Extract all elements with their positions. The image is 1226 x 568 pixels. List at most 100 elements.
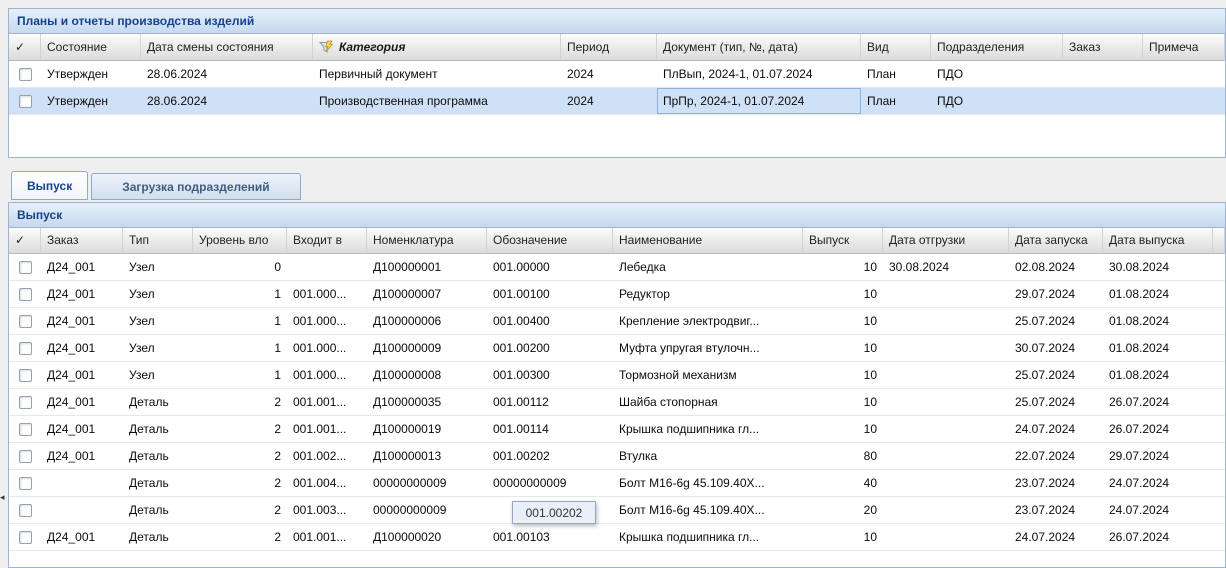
cell-output[interactable]: 40	[803, 470, 883, 497]
cell-shipping-date[interactable]	[883, 416, 1009, 443]
col-header-kind[interactable]: Вид	[861, 34, 931, 61]
col-header-departments[interactable]: Подразделения	[931, 34, 1063, 61]
cell-part-of[interactable]: 001.004...	[287, 470, 367, 497]
output-row[interactable]: Д24_001 Узел 1 001.000... Д100000007 001…	[9, 281, 1225, 308]
row-check-cell[interactable]	[9, 389, 41, 416]
output-row[interactable]: Д24_001 Узел 1 001.000... Д100000009 001…	[9, 335, 1225, 362]
cell-note[interactable]	[1143, 88, 1225, 115]
cell-nomenclature[interactable]: Д100000001	[367, 254, 487, 281]
cell-launch-date[interactable]: 23.07.2024	[1009, 497, 1103, 524]
col-header-part-of[interactable]: Входит в	[287, 228, 367, 254]
row-checkbox[interactable]	[19, 68, 32, 81]
cell-shipping-date[interactable]	[883, 281, 1009, 308]
cell-order[interactable]	[1063, 88, 1143, 115]
cell-type[interactable]: Узел	[123, 335, 193, 362]
cell-nomenclature[interactable]: Д100000035	[367, 389, 487, 416]
row-checkbox[interactable]	[19, 342, 32, 355]
cell-name[interactable]: Редуктор	[613, 281, 803, 308]
cell-release-date[interactable]: 24.07.2024	[1103, 497, 1213, 524]
cell-nesting-level[interactable]: 2	[193, 443, 287, 470]
col-header-shipping-date[interactable]: Дата отгрузки	[883, 228, 1009, 254]
cell-part-of[interactable]: 001.000...	[287, 362, 367, 389]
cell-part-of[interactable]: 001.001...	[287, 389, 367, 416]
col-header-period[interactable]: Период	[561, 34, 657, 61]
cell-nomenclature[interactable]: Д100000019	[367, 416, 487, 443]
cell-name[interactable]: Крышка подшипника гл...	[613, 524, 803, 551]
cell-release-date[interactable]: 24.07.2024	[1103, 470, 1213, 497]
cell-type[interactable]: Деталь	[123, 524, 193, 551]
cell-type[interactable]: Деталь	[123, 416, 193, 443]
cell-name[interactable]: Крепление электродвиг...	[613, 308, 803, 335]
col-header-order[interactable]: Заказ	[1063, 34, 1143, 61]
row-checkbox[interactable]	[19, 288, 32, 301]
cell-launch-date[interactable]: 25.07.2024	[1009, 308, 1103, 335]
cell-nomenclature[interactable]: Д100000008	[367, 362, 487, 389]
cell-name[interactable]: Крышка подшипника гл...	[613, 416, 803, 443]
row-checkbox[interactable]	[19, 95, 32, 108]
cell-nesting-level[interactable]: 2	[193, 497, 287, 524]
row-check-cell[interactable]	[9, 470, 41, 497]
cell-release-date[interactable]: 29.07.2024	[1103, 443, 1213, 470]
cell-order[interactable]: Д24_001	[41, 416, 123, 443]
cell-type[interactable]: Деталь	[123, 443, 193, 470]
cell-shipping-date[interactable]	[883, 470, 1009, 497]
output-row[interactable]: Д24_001 Узел 0 Д100000001 001.00000 Лебе…	[9, 254, 1225, 281]
cell-output[interactable]: 80	[803, 443, 883, 470]
cell-shipping-date[interactable]	[883, 362, 1009, 389]
cell-order[interactable]: Д24_001	[41, 254, 123, 281]
row-check-cell[interactable]	[9, 308, 41, 335]
cell-part-of[interactable]: 001.000...	[287, 281, 367, 308]
row-checkbox[interactable]	[19, 504, 32, 517]
row-checkbox[interactable]	[19, 423, 32, 436]
cell-release-date[interactable]: 26.07.2024	[1103, 524, 1213, 551]
cell-nomenclature[interactable]: Д100000020	[367, 524, 487, 551]
row-checkbox[interactable]	[19, 261, 32, 274]
cell-release-date[interactable]: 01.08.2024	[1103, 362, 1213, 389]
cell-name[interactable]: Шайба стопорная	[613, 389, 803, 416]
col-header-name[interactable]: Наименование	[613, 228, 803, 254]
cell-launch-date[interactable]: 22.07.2024	[1009, 443, 1103, 470]
cell-nesting-level[interactable]: 1	[193, 362, 287, 389]
col-header-launch-date[interactable]: Дата запуска	[1009, 228, 1103, 254]
cell-order[interactable]: Д24_001	[41, 524, 123, 551]
select-all-header[interactable]: ✓	[9, 228, 41, 254]
cell-designation[interactable]: 001.00114	[487, 416, 613, 443]
row-checkbox[interactable]	[19, 531, 32, 544]
cell-output[interactable]: 10	[803, 389, 883, 416]
cell-nomenclature[interactable]: Д100000006	[367, 308, 487, 335]
cell-nomenclature[interactable]: Д100000013	[367, 443, 487, 470]
cell-name[interactable]: Болт М16-6g 45.109.40Х...	[613, 470, 803, 497]
cell-output[interactable]: 10	[803, 308, 883, 335]
cell-designation[interactable]: 001.00300	[487, 362, 613, 389]
cell-designation[interactable]: 001.00200	[487, 335, 613, 362]
output-row[interactable]: Деталь 2 001.004... 00000000009 00000000…	[9, 470, 1225, 497]
cell-type[interactable]: Деталь	[123, 389, 193, 416]
cell-designation[interactable]: 001.00202	[487, 443, 613, 470]
cell-order[interactable]: Д24_001	[41, 389, 123, 416]
row-check-cell[interactable]	[9, 335, 41, 362]
splitter-collapse-icon[interactable]: ◂	[0, 488, 8, 506]
cell-type[interactable]: Деталь	[123, 470, 193, 497]
cell-name[interactable]: Муфта упругая втулочн...	[613, 335, 803, 362]
cell-release-date[interactable]: 26.07.2024	[1103, 416, 1213, 443]
cell-part-of[interactable]: 001.001...	[287, 524, 367, 551]
cell-part-of[interactable]	[287, 254, 367, 281]
cell-designation[interactable]: 001.00112	[487, 389, 613, 416]
cell-state-change-date[interactable]: 28.06.2024	[141, 61, 313, 88]
col-header-document[interactable]: Документ (тип, №, дата)	[657, 34, 861, 61]
cell-kind[interactable]: План	[861, 88, 931, 115]
plan-row[interactable]: Утвержден 28.06.2024 Первичный документ …	[9, 61, 1225, 88]
cell-type[interactable]: Деталь	[123, 497, 193, 524]
col-header-type[interactable]: Тип	[123, 228, 193, 254]
tab-zagruzka-podrazdelenij[interactable]: Загрузка подразделений	[91, 173, 300, 200]
row-check-cell[interactable]	[9, 443, 41, 470]
col-header-order[interactable]: Заказ	[41, 228, 123, 254]
cell-shipping-date[interactable]	[883, 497, 1009, 524]
cell-part-of[interactable]: 001.001...	[287, 416, 367, 443]
cell-name[interactable]: Болт М16-6g 45.109.40Х...	[613, 497, 803, 524]
cell-period[interactable]: 2024	[561, 61, 657, 88]
cell-designation[interactable]: 00000000009	[487, 470, 613, 497]
cell-category[interactable]: Первичный документ	[313, 61, 561, 88]
row-check-cell[interactable]	[9, 524, 41, 551]
row-checkbox[interactable]	[19, 369, 32, 382]
